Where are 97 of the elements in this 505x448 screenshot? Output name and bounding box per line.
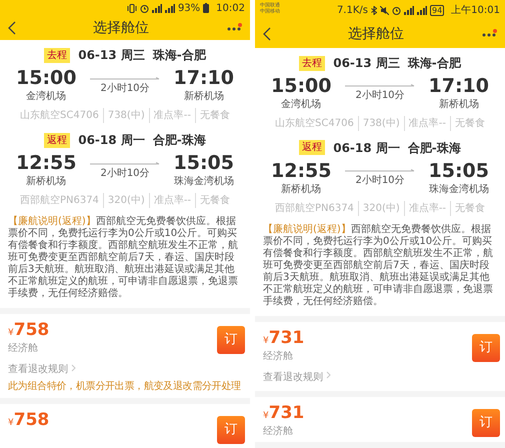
departure-time: 12:55 <box>16 153 76 174</box>
mute-icon <box>380 6 389 14</box>
arrow-line <box>345 169 415 174</box>
flight-detail: 无餐食 <box>200 108 230 124</box>
flight-detail: 准点率-- <box>154 194 192 208</box>
trip-tag: 去程 <box>299 56 326 70</box>
flight-date: 06-18 周一 <box>78 132 145 150</box>
departure-time: 15:00 <box>16 68 76 90</box>
vibrate-icon <box>126 4 137 13</box>
fare-price: 731 <box>268 328 304 348</box>
arrow-line <box>345 84 415 88</box>
route-text: 珠海-合肥 <box>152 47 206 64</box>
alarm-icon <box>140 4 149 13</box>
book-button[interactable]: 订 <box>217 416 245 444</box>
arrow-line <box>90 162 160 166</box>
departure-airport: 新桥机场 <box>25 174 68 189</box>
arrival-airport: 新桥机场 <box>182 90 225 104</box>
cabin-class: 经济舱 <box>8 342 39 355</box>
departure-time: 15:00 <box>271 76 332 97</box>
alarm-icon <box>392 6 401 14</box>
bluetooth-icon <box>370 6 377 14</box>
battery-icon <box>203 3 210 14</box>
currency-sign: ¥ <box>263 410 269 421</box>
arrival-airport: 新桥机场 <box>438 98 480 112</box>
trip-tag: 去程 <box>44 48 70 63</box>
more-button[interactable] <box>481 29 497 39</box>
battery-percent: 93% <box>178 2 200 16</box>
arrival-airport: 珠海金湾机场 <box>428 182 489 197</box>
arrival-time: 15:05 <box>174 153 234 174</box>
flight-detail: 无餐食 <box>200 194 230 208</box>
flight-detail: 准点率-- <box>154 108 191 124</box>
flight-detail: 西部航空PN6374 <box>274 202 354 216</box>
flight-duration: 2小时10分 <box>100 166 150 181</box>
chevron-icon <box>326 371 331 380</box>
flight-date: 06-18 周一 <box>333 140 400 157</box>
arrow-line <box>90 76 160 81</box>
currency-sign: ¥ <box>8 328 14 338</box>
trip-tag: 返程 <box>299 140 326 156</box>
signal-icon <box>416 6 427 14</box>
flight-duration: 2小时10分 <box>100 82 150 96</box>
page-title: 选择舱位 <box>93 18 149 38</box>
cabin-class: 经济舱 <box>263 424 294 438</box>
flight-detail: 山东航空SC4706 <box>20 108 99 124</box>
back-button[interactable] <box>263 27 271 41</box>
flight-detail: 西部航空PN6374 <box>20 194 99 208</box>
signal-icon <box>164 4 175 13</box>
route-text: 珠海-合肥 <box>408 55 461 72</box>
flight-detail: 山东航空SC4706 <box>275 116 354 131</box>
more-button[interactable] <box>226 23 242 34</box>
flight-detail: 320(中) <box>362 202 400 216</box>
departure-airport: 金湾机场 <box>280 98 322 112</box>
fare-note: 此为组合特价，机票分开出票，航变及退改需分开处理 <box>8 380 242 394</box>
flight-detail: 320(中) <box>108 194 145 208</box>
flight-date: 06-13 周三 <box>333 55 400 72</box>
flight-detail: 准点率-- <box>408 116 446 131</box>
currency-sign: ¥ <box>263 336 269 346</box>
page-title: 选择舱位 <box>348 24 404 44</box>
flight-detail: 准点率-- <box>408 202 446 216</box>
back-button[interactable] <box>8 21 16 36</box>
network-speed: 7.1K/s <box>336 4 368 18</box>
chevron-icon <box>71 364 76 372</box>
rules-link[interactable]: 查看退改规则 <box>8 362 68 376</box>
fare-price: 758 <box>14 410 50 430</box>
signal-icon <box>152 4 162 13</box>
flight-detail: 无餐食 <box>455 202 486 216</box>
book-button[interactable]: 订 <box>472 408 500 437</box>
battery-indicator: 94 <box>430 4 444 16</box>
rules-link[interactable]: 查看退改规则 <box>263 370 323 384</box>
clock-time: 上午10:01 <box>451 4 500 18</box>
back-icon <box>263 27 271 41</box>
flight-duration: 2小时10分 <box>355 88 405 104</box>
departure-airport: 新桥机场 <box>280 182 322 197</box>
route-text: 合肥-珠海 <box>152 132 206 150</box>
flight-detail: 738(中) <box>362 116 400 131</box>
currency-sign: ¥ <box>8 418 14 428</box>
departure-time: 12:55 <box>271 160 332 182</box>
notice-text: 【廉航说明(返程)】西部航空无免费餐饮供应。根据票价不同，免费托运行李为0公斤或10公斤。可购买有偿餐食和行李额度。西部航空航班发生不正常，航班可免费变更至西部航空前后7天，春运、国庆时段前后3天航班。航班取消、航班出港延误或满足其他不正常航班定义的航班，可申请非自愿退票，免退票手续费，无任何经济赔偿。 <box>263 224 494 308</box>
departure-airport: 金湾机场 <box>25 90 68 104</box>
book-button[interactable]: 订 <box>217 326 245 354</box>
arrival-airport: 珠海金湾机场 <box>174 174 234 189</box>
back-icon <box>8 21 16 36</box>
fare-price: 731 <box>268 402 304 423</box>
book-button[interactable]: 订 <box>472 334 500 362</box>
arrival-time: 15:05 <box>428 160 489 182</box>
flight-detail: 无餐食 <box>454 116 485 131</box>
fare-price: 758 <box>14 320 50 340</box>
arrival-time: 17:10 <box>428 76 489 97</box>
cabin-class: 经济舱 <box>263 350 294 363</box>
clock-time: 10:02 <box>216 2 245 16</box>
notice-text: 【廉航说明(返程)】西部航空无免费餐饮供应。根据票价不同，免费托运行李为0公斤或10公斤。可购买有偿餐食和行李额度。西部航空航班发生不正常，航班可免费变更至西部航空前后7天，春运、国庆时段前后3天航班。航班取消、航班出港延误或满足其他不正常航班定义的航班，可申请非自愿退票，免退票手续费，无任何经济赔偿。 <box>8 216 239 300</box>
flight-detail: 738(中) <box>108 108 145 124</box>
flight-duration: 2小时10分 <box>355 174 405 188</box>
route-text: 合肥-珠海 <box>408 140 461 157</box>
arrival-time: 17:10 <box>174 68 234 90</box>
signal-icon <box>404 6 414 14</box>
flight-date: 06-13 周三 <box>78 47 145 64</box>
trip-tag: 返程 <box>44 132 70 148</box>
